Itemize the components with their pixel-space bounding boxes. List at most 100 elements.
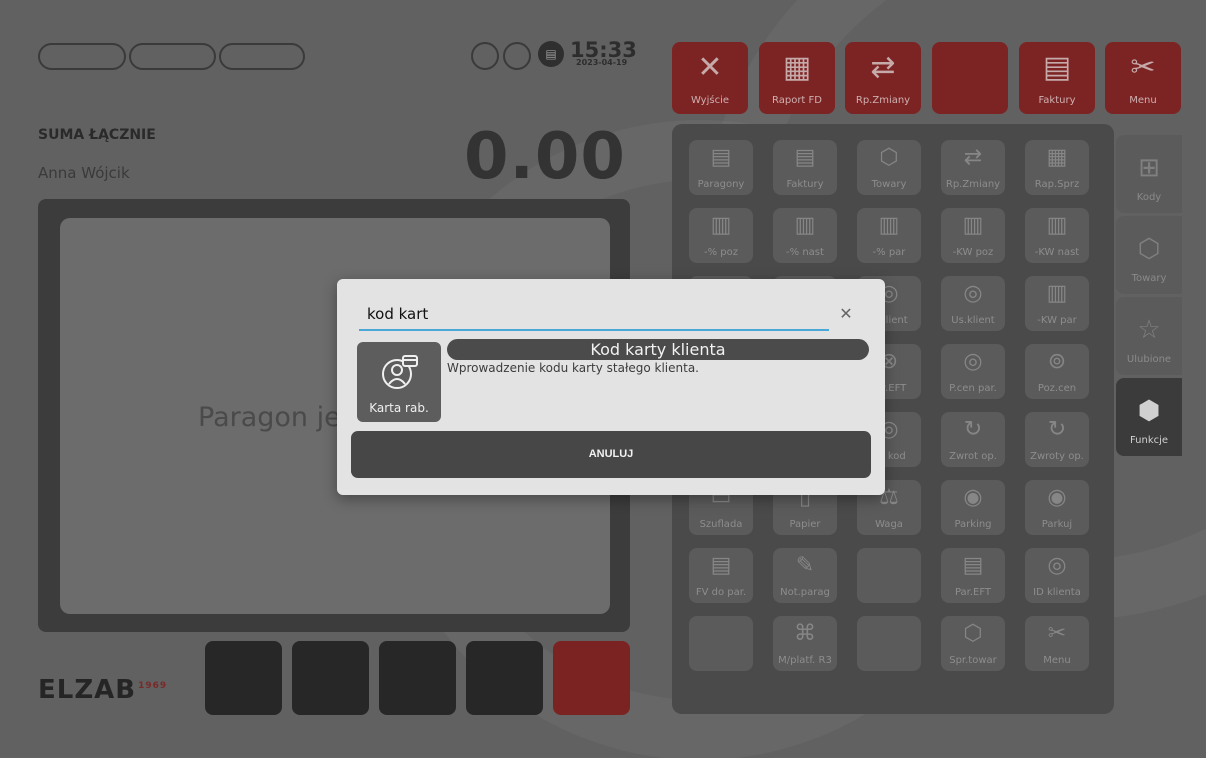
function-label: -KW nast (1034, 247, 1080, 258)
quick-button[interactable] (466, 641, 543, 715)
function-label: ID klienta (1033, 587, 1081, 598)
result-description: Wprowadzenie kodu karty stałego klienta. (447, 361, 699, 375)
cancel-button[interactable]: ANULUJ (351, 431, 871, 478)
close-x-icon: ✕ (697, 50, 723, 85)
function-icon: ⬡ (879, 145, 899, 170)
function-cell[interactable]: ↻ Zwrot op. (941, 412, 1005, 467)
function-cell[interactable]: ▥ -KW poz (941, 208, 1005, 263)
function-icon: ◉ (1047, 485, 1067, 510)
function-label: Waga (875, 519, 903, 530)
function-label: FV do par. (695, 587, 747, 598)
function-label: Menu (1043, 655, 1071, 666)
invoice-search-icon: ▤ (1042, 50, 1072, 85)
result-title[interactable]: Kod karty klienta (447, 339, 869, 360)
function-cell[interactable]: ▥ -% nast (773, 208, 837, 263)
function-icon: ▥ (794, 213, 816, 238)
function-cell[interactable]: ⌘ M/platf. R3 (773, 616, 837, 671)
function-cell[interactable] (857, 616, 921, 671)
function-label: Par.EFT (954, 587, 992, 598)
fd-report-button[interactable]: ▦ Raport FD (759, 42, 835, 114)
function-icon: ▤ (962, 553, 984, 578)
function-cell[interactable]: ▥ -% poz (689, 208, 753, 263)
people-swap-icon: ⇄ (870, 50, 896, 85)
function-cell[interactable]: ▤ FV do par. (689, 548, 753, 603)
function-cell[interactable]: ▤ Par.EFT (941, 548, 1005, 603)
elzab-logo: ELZAB 1969 (38, 675, 167, 705)
tools-icon: ✂ (1130, 50, 1156, 85)
function-icon: ▦ (1046, 145, 1068, 170)
function-icon: ◎ (963, 281, 983, 306)
function-cell[interactable]: ◉ Parkuj (1025, 480, 1089, 535)
quick-button[interactable] (379, 641, 456, 715)
function-label: Zwroty op. (1030, 451, 1084, 462)
quick-button[interactable] (205, 641, 282, 715)
function-icon: ◉ (963, 485, 983, 510)
function-icon: ◎ (1047, 553, 1067, 578)
invoices-label: Faktury (1038, 95, 1076, 106)
function-icon: ⬡ (963, 621, 983, 646)
clock-date: 2023-04-19 (576, 58, 628, 67)
function-label: Towary (871, 179, 907, 190)
search-input[interactable] (359, 299, 829, 331)
function-label: P.cen par. (949, 383, 997, 394)
function-cell[interactable]: ▥ -KW par (1025, 276, 1089, 331)
sum-label: SUMA ŁĄCZNIE (38, 127, 156, 143)
exit-button[interactable]: ✕ Wyjście (672, 42, 748, 114)
function-cell[interactable]: ⇄ Rp.Zmiany (941, 140, 1005, 195)
exit-label: Wyjście (690, 95, 730, 106)
tab-codes[interactable]: ⊞ Kody (1116, 135, 1182, 213)
function-label: Szuflada (699, 519, 743, 530)
function-cell[interactable]: ▤ Faktury (773, 140, 837, 195)
function-cell[interactable]: ▥ -% par (857, 208, 921, 263)
function-label: Paragony (697, 179, 745, 190)
result-tile-discount-card[interactable]: Karta rab. (357, 342, 441, 422)
function-icon: ✎ (795, 553, 815, 578)
function-cell[interactable]: ▥ -KW nast (1025, 208, 1089, 263)
menu-button[interactable]: ✂ Menu (1105, 42, 1181, 114)
function-cell[interactable]: ◉ Parking (941, 480, 1005, 535)
function-icon: ↻ (1047, 417, 1067, 442)
function-cell[interactable]: ◎ ID klienta (1025, 548, 1089, 603)
function-icon: ✂ (1047, 621, 1067, 646)
quick-button-red[interactable] (553, 641, 630, 715)
function-cell[interactable] (857, 548, 921, 603)
function-cell[interactable]: ⬡ Spr.towar (941, 616, 1005, 671)
calendar-icon: ▤ (538, 41, 564, 67)
quick-button[interactable] (292, 641, 369, 715)
function-cell[interactable]: ⬡ Towary (857, 140, 921, 195)
status-indicator (471, 42, 499, 70)
function-cell[interactable]: ↻ Zwroty op. (1025, 412, 1089, 467)
invoices-button[interactable]: ▤ Faktury (1019, 42, 1095, 114)
shift-report-button[interactable]: ⇄ Rp.Zmiany (845, 42, 921, 114)
function-label: -% par (872, 247, 906, 258)
function-label: -% nast (786, 247, 824, 258)
function-icon: ▤ (794, 145, 816, 170)
function-icon: ▥ (1046, 213, 1068, 238)
function-label: Papier (789, 519, 821, 530)
clipboard-list-icon: ▦ (782, 50, 812, 85)
function-cell[interactable]: ▦ Rap.Sprz (1025, 140, 1089, 195)
function-cell[interactable]: ⊚ Poz.cen (1025, 344, 1089, 399)
function-label: Rap.Sprz (1034, 179, 1080, 190)
box-icon: ⬡ (1137, 234, 1161, 264)
tab-goods[interactable]: ⬡ Towary (1116, 216, 1182, 294)
function-icon: ↻ (963, 417, 983, 442)
function-cell[interactable]: ◎ P.cen par. (941, 344, 1005, 399)
function-label: Parking (954, 519, 992, 530)
tab-codes-label: Kody (1136, 192, 1162, 203)
logo-text: ELZAB (38, 675, 137, 705)
box-search-icon: ⬢ (1137, 396, 1161, 426)
blank-top-button[interactable] (932, 42, 1008, 114)
function-cell[interactable]: ◎ Us.klient (941, 276, 1005, 331)
tab-favorites[interactable]: ☆ Ulubione (1116, 297, 1182, 375)
tab-functions[interactable]: ⬢ Funkcje (1116, 378, 1182, 456)
total-amount: 0.00 (464, 120, 626, 194)
function-cell[interactable]: ✎ Not.parag (773, 548, 837, 603)
function-cell[interactable]: ✂ Menu (1025, 616, 1089, 671)
function-cell[interactable]: ▤ Paragony (689, 140, 753, 195)
clear-icon[interactable]: ✕ (835, 303, 857, 325)
result-tile-label: Karta rab. (369, 401, 429, 415)
function-icon: ▥ (1046, 281, 1068, 306)
customer-card-icon (357, 352, 441, 396)
function-cell[interactable] (689, 616, 753, 671)
